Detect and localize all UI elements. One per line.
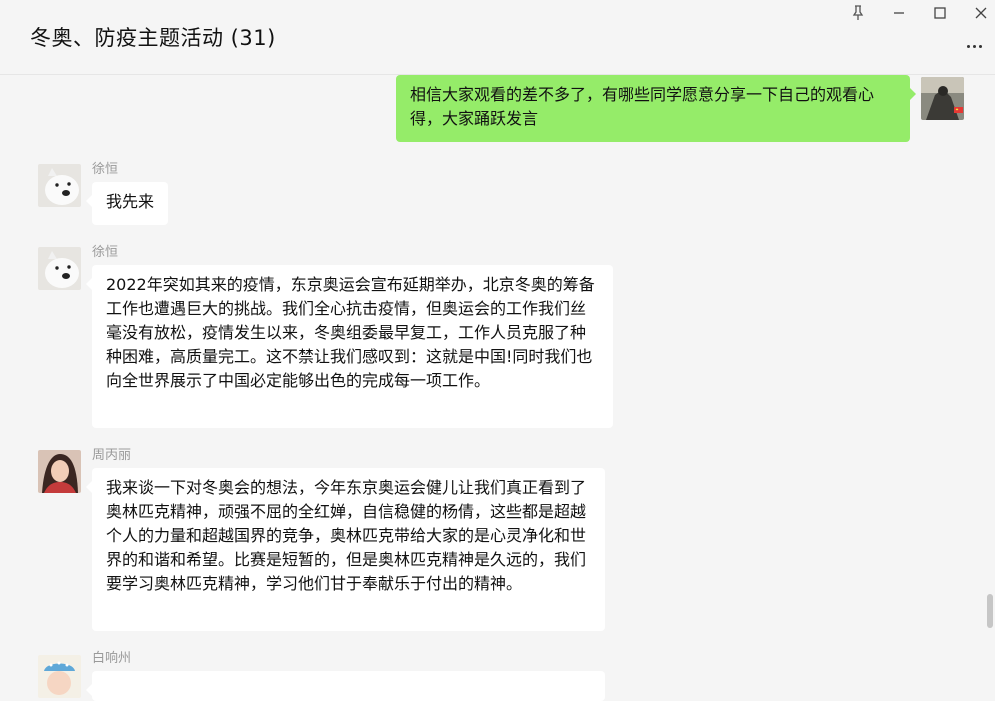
message-bubble-self[interactable]: 相信大家观看的差不多了，有哪些同学愿意分享一下自己的观看心得，大家踊跃发言 [396,75,916,142]
avatar-xuheng[interactable] [38,247,81,290]
avatar-zhoubingli[interactable] [38,450,81,493]
sender-name: 徐恒 [92,245,119,260]
sender-name: 徐恒 [92,162,119,177]
pin-icon[interactable] [843,2,873,24]
scrollbar-thumb[interactable] [987,594,993,628]
chat-title: 冬奥、防疫主题活动 (31) [30,26,276,50]
sender-name: 周丙丽 [92,448,132,463]
message-list: 相信大家观看的差不多了，有哪些同学愿意分享一下自己的观看心得，大家踊跃发言 徐恒… [0,75,995,701]
message-bubble[interactable]: 2022年突如其来的疫情，东京奥运会宣布延期举办，北京冬奥的筹备工作也遭遇巨大的… [86,265,613,428]
message-bubble[interactable]: 我来谈一下对冬奥会的想法，今年东京奥运会健儿让我们真正看到了奥林匹克精神，顽强不… [86,468,605,631]
title-bar: 冬奥、防疫主题活动 (31) [0,0,995,75]
more-icon[interactable] [961,36,987,56]
sender-name: 白响州 [92,651,132,666]
close-icon[interactable] [966,2,995,24]
avatar-xuheng[interactable] [38,164,81,207]
minimize-icon[interactable] [884,2,914,24]
self-avatar[interactable] [921,77,964,120]
message-bubble[interactable]: 我先来 [85,182,169,225]
avatar-baixiangzhou[interactable] [38,655,81,698]
maximize-icon[interactable] [925,2,955,24]
message-bubble[interactable] [86,671,605,701]
